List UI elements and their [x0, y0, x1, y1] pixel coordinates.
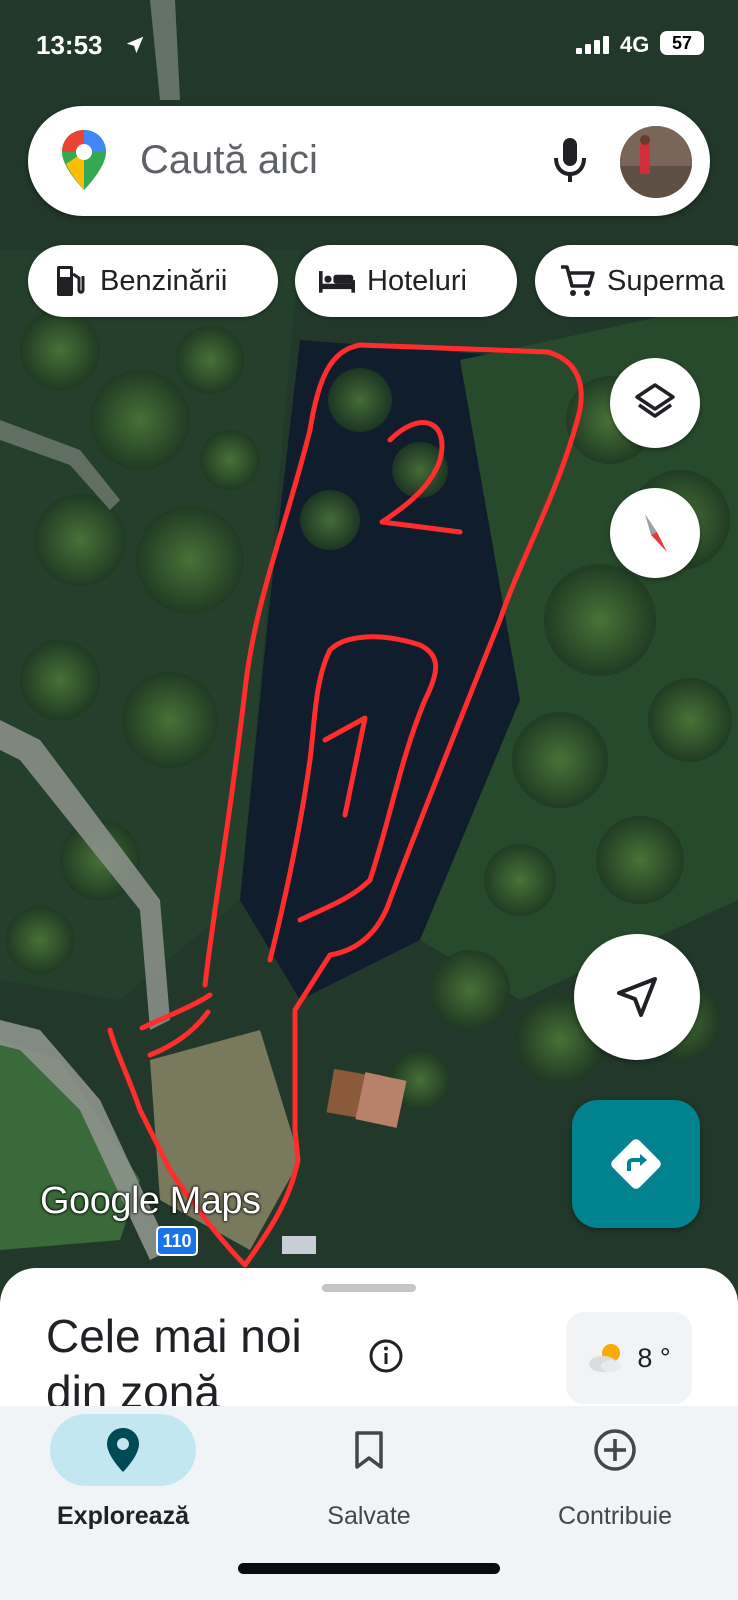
nav-label: Explorează	[56, 1502, 189, 1530]
profile-photo	[620, 126, 692, 198]
road-shield: 110	[156, 1226, 198, 1256]
nav-contribute-pill	[542, 1414, 688, 1486]
nav-saved[interactable]: Salvate	[246, 1406, 492, 1556]
weather-temperature: 8 °	[637, 1342, 671, 1373]
google-maps-logo: Google Maps	[40, 1180, 261, 1222]
chip-label: Hoteluri	[367, 264, 467, 297]
location-arrow-icon	[126, 36, 144, 54]
microphone-icon[interactable]	[552, 136, 588, 184]
info-icon[interactable]	[368, 1338, 404, 1374]
nav-contribute[interactable]: Contribuie	[492, 1406, 738, 1556]
network-type: 4G	[620, 32, 650, 57]
compass-icon	[645, 514, 667, 552]
nav-label: Salvate	[327, 1502, 411, 1530]
nav-explore-pill	[50, 1414, 196, 1486]
bottom-sheet[interactable]: Cele mai noi din zonă 8 °	[0, 1268, 738, 1418]
weather-chip[interactable]: 8 °	[566, 1312, 692, 1404]
sheet-drag-handle[interactable]	[322, 1284, 416, 1292]
chip-gas-stations[interactable]: Benzinării	[28, 245, 278, 317]
sheet-title: Cele mai noi din zonă	[46, 1310, 302, 1418]
signal-bars-icon	[576, 36, 609, 54]
layers-button[interactable]	[610, 358, 700, 448]
search-input[interactable]: Caută aici	[140, 138, 318, 183]
add-circle-icon	[594, 1429, 636, 1471]
nav-explore[interactable]: Explorează	[0, 1406, 246, 1556]
nav-label: Contribuie	[558, 1502, 672, 1530]
chip-supermarkets[interactable]: Superma	[535, 245, 738, 317]
chip-label: Benzinării	[100, 264, 228, 297]
chip-label: Superma	[607, 264, 725, 297]
avatar[interactable]	[620, 126, 692, 198]
chip-hotels[interactable]: Hoteluri	[295, 245, 517, 317]
nav-saved-pill	[296, 1414, 442, 1486]
status-bar: 13:53 4G 57	[0, 26, 738, 66]
directions-icon	[611, 1139, 661, 1189]
bed-icon	[319, 263, 355, 299]
compass-button[interactable]	[610, 488, 700, 578]
category-chips: Benzinării Hoteluri Superma	[0, 245, 738, 321]
clock: 13:53	[36, 30, 103, 60]
battery-indicator: 57	[660, 31, 704, 55]
directions-button[interactable]	[572, 1100, 700, 1228]
cart-icon	[559, 263, 595, 299]
gas-station-icon	[52, 263, 88, 299]
partly-cloudy-icon	[589, 1344, 622, 1372]
home-indicator[interactable]	[238, 1563, 500, 1574]
bookmark-icon	[355, 1431, 383, 1469]
my-location-button[interactable]	[574, 934, 700, 1060]
explore-pin-icon	[107, 1428, 139, 1472]
layers-icon	[635, 383, 675, 418]
navigation-arrow-icon	[617, 977, 657, 1017]
search-bar[interactable]: Caută aici	[28, 106, 710, 216]
google-maps-pin-icon	[62, 130, 106, 190]
